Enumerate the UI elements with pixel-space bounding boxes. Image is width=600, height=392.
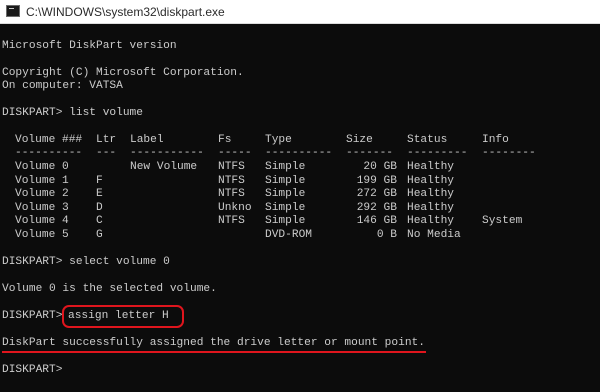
select-volume-command: DISKPART> select volume 0	[2, 256, 170, 268]
table-cell-filesystem: NTFS	[218, 174, 245, 187]
table-cell-filesystem: NTFS	[218, 188, 245, 200]
table-cell-size: 199 GB	[356, 174, 397, 187]
table-cell-size: 292 GB	[356, 201, 397, 214]
table-cell-filesystem: Fs	[218, 134, 232, 146]
table-cell-drive-letter: C	[96, 215, 103, 227]
table-cell-type: Simple	[265, 161, 306, 173]
table-cell-size: 0 B	[376, 228, 397, 241]
selected-volume-message: Volume 0 is the selected volume.	[2, 283, 217, 295]
table-cell-volume-number: ----------	[15, 147, 83, 159]
version-line: Microsoft DiskPart version	[2, 40, 177, 52]
table-cell-status: Healthy	[407, 201, 454, 214]
diskpart-window: C:\WINDOWS\system32\diskpart.exe Microso…	[0, 0, 600, 392]
table-cell-volume-number: Volume 1	[15, 174, 69, 187]
table-cell-type: Simple	[265, 174, 306, 187]
table-cell-drive-letter: F	[96, 174, 103, 187]
table-cell-size: 20 GB	[363, 161, 397, 173]
title-bar[interactable]: C:\WINDOWS\system32\diskpart.exe	[0, 0, 600, 24]
success-message-underline	[2, 351, 426, 353]
table-cell-type: Simple	[265, 201, 306, 214]
computer-line: On computer: VATSA	[2, 80, 123, 92]
table-cell-info: System	[482, 215, 523, 227]
table-cell-filesystem: NTFS	[218, 215, 245, 227]
table-cell-volume-number: Volume 5	[15, 228, 69, 241]
window-title: C:\WINDOWS\system32\diskpart.exe	[26, 5, 225, 19]
table-cell-drive-letter: D	[96, 201, 103, 214]
table-cell-volume-number: Volume 2	[15, 188, 69, 200]
final-prompt: DISKPART>	[2, 364, 63, 376]
table-cell-status: Healthy	[407, 188, 454, 200]
table-cell-type: Type	[265, 134, 292, 146]
table-cell-filesystem: NTFS	[218, 161, 245, 173]
table-cell-size: -------	[346, 147, 393, 159]
list-volume-command: DISKPART> list volume	[2, 107, 143, 119]
copyright-line: Copyright (C) Microsoft Corporation.	[2, 67, 244, 79]
table-cell-status: Status	[407, 134, 448, 146]
table-cell-drive-letter: E	[96, 188, 103, 200]
table-separator-row: ---------- --- ----------- ----- ---------- -…	[0, 147, 600, 160]
table-cell-drive-letter: G	[96, 228, 103, 241]
console-app-icon	[6, 5, 20, 17]
table-cell-label: -----------	[130, 147, 204, 159]
table-cell-status: Healthy	[407, 161, 454, 173]
table-cell-volume-number: Volume ###	[15, 134, 83, 146]
table-row: Volume 3 D Unkno Simple 292 GB Healthy	[0, 202, 600, 215]
table-row: Volume 1 F NTFS Simple 199 GB Healthy	[0, 175, 600, 188]
table-cell-type: Simple	[265, 188, 306, 200]
success-message: DiskPart successfully assigned the drive…	[2, 337, 425, 349]
table-cell-info: Info	[482, 134, 509, 146]
table-cell-filesystem: Unkno	[218, 201, 252, 214]
table-cell-label: New Volume	[130, 161, 198, 173]
table-cell-status: No Media	[407, 228, 461, 241]
table-cell-status: Healthy	[407, 215, 454, 227]
table-cell-volume-number: Volume 3	[15, 201, 69, 214]
table-row: Volume 5 G DVD-ROM 0 B No Media	[0, 229, 600, 242]
table-cell-info: --------	[482, 147, 536, 159]
table-cell-size: Size	[346, 134, 373, 146]
table-cell-status: Healthy	[407, 174, 454, 187]
assign-prompt-label: DISKPART>	[2, 310, 63, 322]
table-cell-type: DVD-ROM	[265, 228, 312, 241]
table-row: Volume 0 New Volume NTFS Simple 20 GB Healthy	[0, 161, 600, 174]
table-cell-filesystem: -----	[218, 147, 252, 159]
table-cell-size: 146 GB	[356, 215, 397, 227]
command-highlight-box	[62, 305, 184, 328]
table-cell-volume-number: Volume 0	[15, 161, 69, 173]
table-cell-size: 272 GB	[356, 188, 397, 200]
table-row: Volume 4 C NTFS Simple 146 GB Healthy System	[0, 215, 600, 228]
table-row: Volume 2 E NTFS Simple 272 GB Healthy	[0, 188, 600, 201]
table-cell-volume-number: Volume 4	[15, 215, 69, 227]
console-output[interactable]: Microsoft DiskPart version Copyright (C)…	[0, 24, 600, 392]
table-cell-type: ----------	[265, 147, 333, 159]
table-cell-status: ---------	[407, 147, 468, 159]
table-cell-drive-letter: Ltr	[96, 134, 117, 146]
table-cell-label: Label	[130, 134, 164, 146]
table-cell-drive-letter: ---	[96, 147, 117, 159]
table-cell-type: Simple	[265, 215, 306, 227]
table-header-row: Volume ### Ltr Label Fs Type Size Status Info	[0, 134, 600, 147]
